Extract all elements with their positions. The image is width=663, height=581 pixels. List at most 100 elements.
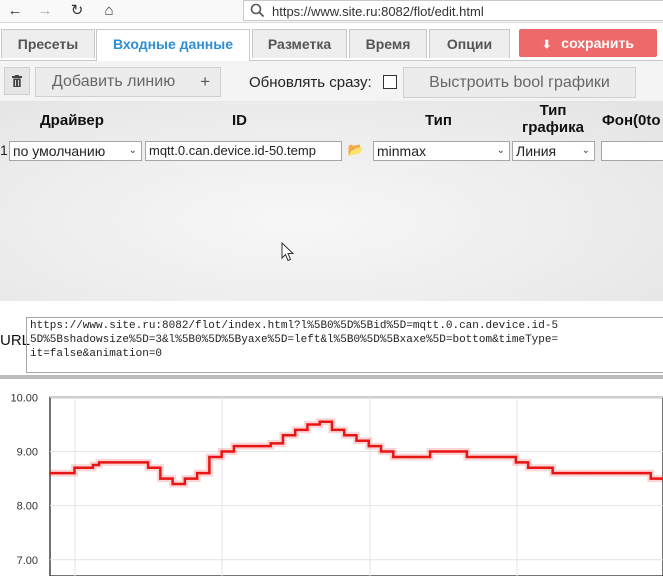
url-line: https://www.site.ru:8082/flot/index.html…: [30, 320, 559, 332]
y-tick-label: 9.00: [17, 447, 38, 459]
header-chart-type: Тип графика: [521, 102, 585, 136]
type-select[interactable]: minmax ⌄: [373, 141, 510, 161]
home-icon[interactable]: ⌂: [98, 1, 120, 21]
data-point: [147, 466, 150, 469]
header-driver: Драйвер: [40, 112, 104, 129]
driver-value: по умолчанию: [13, 143, 106, 159]
y-tick-label: 7.00: [17, 555, 38, 567]
chart-type-select[interactable]: Линия ⌄: [512, 141, 595, 161]
data-point: [514, 461, 517, 464]
url-textarea[interactable]: https://www.site.ru:8082/flot/index.html…: [26, 317, 663, 373]
refresh-immediately-checkbox[interactable]: [383, 75, 397, 89]
data-point: [478, 455, 481, 458]
mouse-cursor-icon: [281, 242, 294, 262]
data-point: [502, 455, 505, 458]
chart-type-value: Линия: [516, 143, 557, 159]
lines-table: Драйвер ID Тип Тип графика Фон(0to 1 по …: [0, 101, 663, 301]
data-point: [269, 442, 272, 445]
y-tick-label: 10.00: [10, 392, 38, 404]
data-point: [245, 445, 248, 448]
plus-icon: +: [200, 72, 210, 91]
data-point: [576, 472, 579, 475]
header-id: ID: [232, 112, 247, 129]
data-point: [343, 434, 346, 437]
data-point: [294, 428, 297, 431]
header-chart-type-line2: графика: [522, 119, 584, 136]
reload-icon[interactable]: ↻: [66, 1, 88, 21]
data-point: [612, 472, 615, 475]
header-chart-type-line1: Тип: [539, 102, 567, 119]
data-point: [98, 461, 101, 464]
data-point: [61, 472, 64, 475]
data-point: [380, 450, 383, 453]
header-type: Тип: [425, 112, 452, 129]
chevron-down-icon: ⌄: [581, 145, 590, 156]
data-point: [355, 439, 358, 442]
add-line-button[interactable]: Добавить линию +: [35, 67, 221, 97]
line-chart: 10.00 9.00 8.00 7.00: [10, 392, 663, 577]
data-point: [649, 477, 652, 480]
data-point: [539, 466, 542, 469]
data-point: [73, 466, 76, 469]
chevron-down-icon: ⌄: [128, 145, 137, 156]
trash-icon: [12, 75, 22, 87]
id-input[interactable]: mqtt.0.can.device.id-50.temp: [145, 141, 342, 161]
save-label: сохранить: [561, 35, 634, 51]
data-point: [134, 461, 137, 464]
data-point: [171, 483, 174, 485]
data-point: [563, 472, 566, 475]
folder-open-icon[interactable]: 📂: [344, 142, 368, 160]
data-point: [416, 455, 419, 458]
delete-button[interactable]: [4, 67, 30, 95]
data-point: [208, 455, 211, 458]
data-point: [404, 455, 407, 458]
data-point: [220, 450, 223, 453]
address-text: https://www.site.ru:8082/flot/edit.html: [272, 4, 484, 19]
data-point: [465, 455, 468, 458]
row-number: 1: [0, 142, 8, 158]
data-point: [257, 445, 260, 448]
background-input[interactable]: [601, 141, 663, 161]
lines-toolbar: Добавить линию + Обновлять сразу: Выстро…: [0, 61, 663, 101]
build-bool-charts-button[interactable]: Выстроить bool графики: [403, 67, 636, 98]
data-point: [429, 450, 432, 453]
type-value: minmax: [377, 143, 427, 159]
url-section: URL https://www.site.ru:8082/flot/index.…: [0, 302, 663, 375]
forward-arrow-icon[interactable]: →: [34, 1, 56, 21]
data-point: [159, 477, 162, 480]
data-point: [330, 428, 333, 431]
data-point: [588, 472, 591, 475]
search-icon: [250, 3, 265, 18]
data-point: [490, 455, 493, 458]
data-point: [232, 445, 235, 448]
refresh-immediately-label: Обновлять сразу:: [249, 74, 372, 91]
tab-presets[interactable]: Пресеты: [1, 29, 95, 58]
browser-toolbar: ← → ↻ ⌂ https://www.site.ru:8082/flot/ed…: [0, 0, 663, 23]
tab-time[interactable]: Время: [349, 29, 427, 58]
data-point: [625, 472, 628, 475]
data-point: [183, 477, 186, 480]
data-point: [441, 450, 444, 453]
url-line: it=false&animation=0: [30, 348, 163, 360]
tab-options[interactable]: Опции: [429, 29, 510, 58]
url-line: 5D%5Bshadowsize%5D=3&l%5B0%5D%5Byaxe%5D=…: [30, 334, 559, 346]
add-line-label: Добавить линию: [52, 73, 176, 90]
tab-input-data[interactable]: Входные данные: [96, 29, 250, 61]
data-point: [281, 434, 284, 437]
data-point: [49, 472, 51, 475]
data-point: [600, 472, 603, 475]
driver-select[interactable]: по умолчанию ⌄: [9, 141, 142, 161]
splitter[interactable]: [0, 375, 663, 379]
data-point: [196, 472, 199, 475]
series-line-shadow: [50, 418, 663, 488]
data-point: [527, 466, 530, 469]
back-arrow-icon[interactable]: ←: [4, 1, 26, 21]
data-point: [453, 450, 456, 453]
tab-layout[interactable]: Разметка: [252, 29, 347, 58]
data-point: [110, 461, 113, 464]
data-point: [306, 423, 309, 426]
save-button[interactable]: ⬇ сохранить: [519, 29, 657, 57]
plot-frame: [49, 396, 663, 577]
chevron-down-icon: ⌄: [496, 145, 505, 156]
address-bar[interactable]: https://www.site.ru:8082/flot/edit.html: [243, 0, 663, 21]
